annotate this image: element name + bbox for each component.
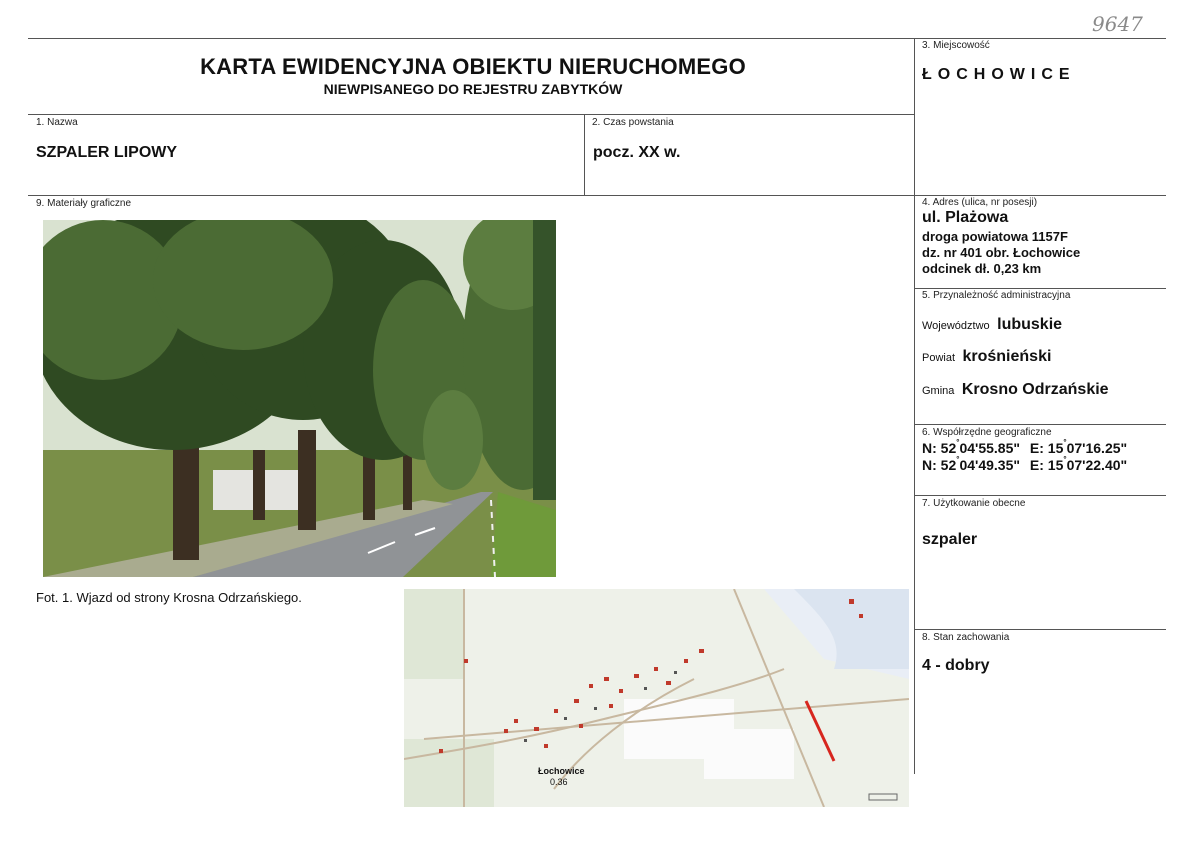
coord-n2-rest: 04'49.35" <box>959 457 1021 473</box>
coord-n2-lead: N: 52 <box>922 457 957 473</box>
stan-value: 4 - dobry <box>922 657 990 674</box>
materialy-label: 9. Materiały graficzne <box>36 198 132 209</box>
powiat-value: krośnieński <box>962 348 1052 365</box>
gmina-key: Gmina <box>922 385 955 397</box>
coord-e2-rest: 07'22.40" <box>1066 457 1128 473</box>
admin-bottom-rule <box>914 424 1166 425</box>
coord-n1-lead: N: 52 <box>922 440 957 456</box>
uzytkowanie-label: 7. Użytkowanie obecne <box>922 498 1026 509</box>
czas-label: 2. Czas powstania <box>592 117 674 128</box>
coord-e1-rest: 07'16.25" <box>1066 440 1128 456</box>
card-title: KARTA EWIDENCYJNA OBIEKTU NIERUCHOMEGO <box>200 54 746 79</box>
gmina-value: Krosno Odrzańskie <box>961 381 1109 398</box>
adres-length: odcinek dł. 0,23 km <box>922 261 1042 276</box>
header-bottom-rule <box>28 114 914 115</box>
coords-bottom-rule <box>914 495 1166 496</box>
nazwa-value: SZPALER LIPOWY <box>36 144 178 161</box>
alley-photo <box>43 220 556 577</box>
wojewodztwo-key: Województwo <box>922 320 990 332</box>
degree-mark: ° <box>956 438 960 447</box>
main-right-border <box>914 38 915 774</box>
wspolrzedne-label: 6. Współrzędne geograficzne <box>922 427 1052 438</box>
czas-value: pocz. XX w. <box>593 144 681 161</box>
coord-n1-rest: 04'55.85" <box>959 440 1021 456</box>
name-bottom-rule <box>28 195 1166 196</box>
usage-bottom-rule <box>914 629 1166 630</box>
adres-parcel: dz. nr 401 obr. Łochowice <box>922 245 1081 260</box>
nazwa-label: 1. Nazwa <box>36 117 78 128</box>
map-place-value: 0.36 <box>550 777 568 787</box>
wojewodztwo-value: lubuskie <box>997 316 1063 333</box>
name-date-divider <box>584 114 585 195</box>
powiat-key: Powiat <box>922 352 956 364</box>
degree-mark: ° <box>956 455 960 464</box>
degree-mark: ° <box>1063 438 1067 447</box>
archive-number: 9647 <box>1092 12 1143 36</box>
degree-mark: ° <box>1063 455 1067 464</box>
coords-row-1: N: 52°04'55.85" E: 15°07'16.25" <box>922 438 1128 456</box>
gmina-row: Gmina Krosno Odrzańskie <box>922 381 1109 399</box>
adres-road: droga powiatowa 1157F <box>922 229 1068 244</box>
przynaleznosc-label: 5. Przynależność administracyjna <box>922 290 1071 301</box>
miejscowosc-value: ŁOCHOWICE <box>922 66 1076 83</box>
stan-label: 8. Stan zachowania <box>922 632 1010 643</box>
coords-row-2: N: 52°04'49.35" E: 15°07'22.40" <box>922 455 1128 473</box>
uzytkowanie-value: szpaler <box>922 531 978 548</box>
photo-caption: Fot. 1. Wjazd od strony Krosna Odrzański… <box>36 590 302 605</box>
card-subtitle: NIEWPISANEGO DO REJESTRU ZABYTKÓW <box>323 81 623 97</box>
location-map: Łochowice 0.36 <box>404 589 909 807</box>
coord-e2-lead: E: 15 <box>1029 457 1064 473</box>
address-bottom-rule <box>914 288 1166 289</box>
wojewodztwo-row: Województwo lubuskie <box>922 316 1062 334</box>
map-place-label: Łochowice <box>538 766 585 776</box>
coord-e1-lead: E: 15 <box>1029 440 1064 456</box>
adres-label: 4. Adres (ulica, nr posesji) <box>922 197 1038 208</box>
powiat-row: Powiat krośnieński <box>922 348 1051 366</box>
miejscowosc-label: 3. Miejscowość <box>922 40 990 51</box>
top-rule <box>28 38 1166 39</box>
adres-street: ul. Plażowa <box>922 209 1009 226</box>
